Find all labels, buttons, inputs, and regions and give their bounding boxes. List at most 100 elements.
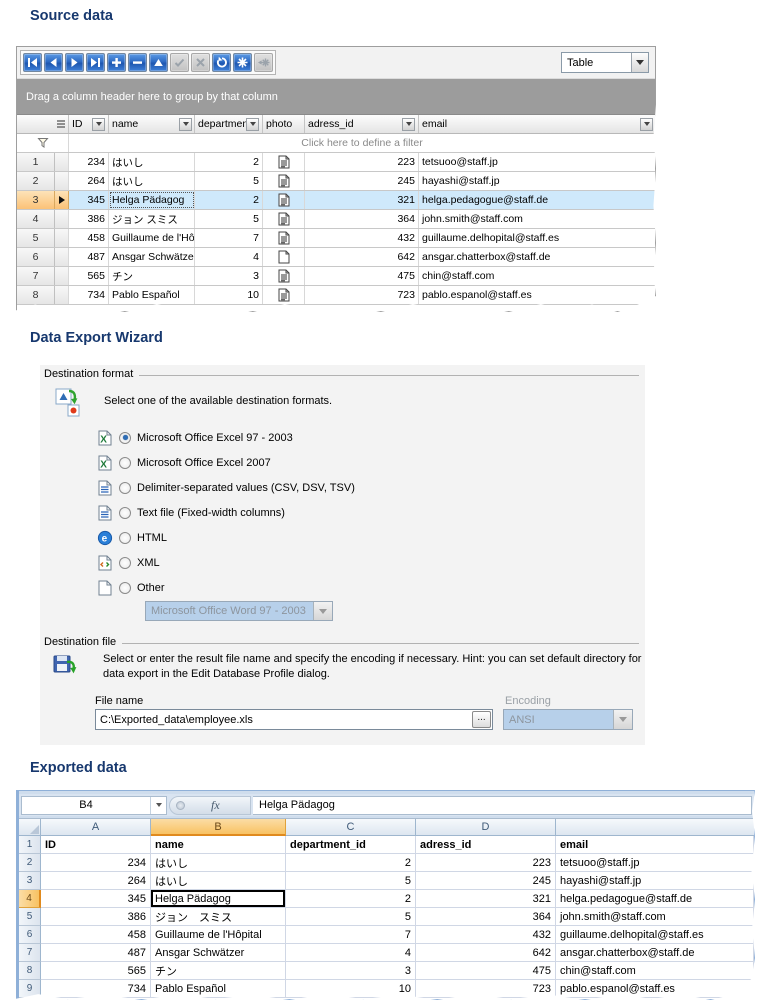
excel-cell-B7[interactable]: Ansgar Schwätzer [151, 944, 286, 962]
cell-department-id[interactable]: 10 [195, 286, 263, 304]
cell-id[interactable]: 458 [69, 229, 109, 247]
cell-department-id[interactable]: 7 [195, 229, 263, 247]
row-number[interactable]: 6 [17, 248, 55, 266]
excel-cell-E9[interactable]: pablo.espanol@staff.es [556, 980, 754, 998]
cell-email[interactable]: guillaume.delhopital@staff.es [419, 229, 655, 247]
cell-photo[interactable] [263, 153, 305, 171]
cell-id[interactable]: 487 [69, 248, 109, 266]
excel-cell-B2[interactable]: はいし [151, 854, 286, 872]
row-number[interactable]: 4 [17, 210, 55, 228]
last-record-button[interactable] [86, 53, 105, 72]
format-option-3[interactable]: Delimiter-separated values (CSV, DSV, TS… [97, 475, 355, 500]
excel-cell-D4[interactable]: 321 [416, 890, 556, 908]
excel-row-header[interactable]: 1 [19, 836, 41, 854]
cell-department-id[interactable]: 5 [195, 172, 263, 190]
cell-photo[interactable] [263, 191, 305, 209]
excel-cell-A4[interactable]: 345 [41, 890, 151, 908]
browse-button[interactable]: ... [472, 711, 491, 728]
excel-cell-C1[interactable]: department_id [286, 836, 416, 854]
formula-input[interactable]: Helga Pädagog [253, 796, 752, 815]
format-option-1[interactable]: XMicrosoft Office Excel 97 - 2003 [97, 425, 355, 450]
format-option-4[interactable]: Text file (Fixed-width columns) [97, 500, 355, 525]
cell-name[interactable]: Helga Pädagog [109, 191, 195, 209]
excel-cell-A6[interactable]: 458 [41, 926, 151, 944]
cell-name[interactable]: Ansgar Schwätzer [109, 248, 195, 266]
format-radio[interactable] [119, 582, 131, 594]
excel-cell-D2[interactable]: 223 [416, 854, 556, 872]
column-filter-button[interactable] [246, 118, 259, 131]
cell-adress-id[interactable]: 723 [305, 286, 419, 304]
excel-row-header[interactable]: 6 [19, 926, 41, 944]
cell-name[interactable]: はいし [109, 153, 195, 171]
format-radio[interactable] [119, 432, 131, 444]
cell-photo[interactable] [263, 267, 305, 285]
excel-cell-D6[interactable]: 432 [416, 926, 556, 944]
excel-cell-A9[interactable]: 734 [41, 980, 151, 998]
excel-column-header-C[interactable]: C [286, 819, 416, 836]
cell-email[interactable]: pablo.espanol@staff.es [419, 286, 655, 304]
excel-cell-B5[interactable]: ジョン スミス [151, 908, 286, 926]
column-filter-button[interactable] [92, 118, 105, 131]
cell-name[interactable]: Guillaume de l'Hôpita [109, 229, 195, 247]
excel-cell-E7[interactable]: ansgar.chatterbox@staff.de [556, 944, 754, 962]
cell-adress-id[interactable]: 364 [305, 210, 419, 228]
format-option-7[interactable]: Other [97, 575, 355, 600]
delete-record-button[interactable] [128, 53, 147, 72]
cell-department-id[interactable]: 2 [195, 191, 263, 209]
excel-cell-D9[interactable]: 723 [416, 980, 556, 998]
format-radio[interactable] [119, 507, 131, 519]
excel-cell-D1[interactable]: adress_id [416, 836, 556, 854]
excel-cell-A8[interactable]: 565 [41, 962, 151, 980]
column-filter-button[interactable] [402, 118, 415, 131]
excel-cell-E3[interactable]: hayashi@staff.jp [556, 872, 754, 890]
excel-row-header[interactable]: 5 [19, 908, 41, 926]
cell-photo[interactable] [263, 210, 305, 228]
cell-department-id[interactable]: 3 [195, 267, 263, 285]
cell-department-id[interactable]: 4 [195, 248, 263, 266]
table-view-dropdown[interactable]: Table [561, 52, 649, 73]
cell-adress-id[interactable]: 321 [305, 191, 419, 209]
excel-row-header[interactable]: 7 [19, 944, 41, 962]
file-name-input[interactable]: C:\Exported_data\employee.xls ... [95, 709, 493, 730]
table-view-dropdown-button[interactable] [631, 53, 648, 72]
row-number[interactable]: 7 [17, 267, 55, 285]
first-record-button[interactable] [23, 53, 42, 72]
excel-cell-B4[interactable]: Helga Pädagog [151, 890, 286, 908]
cell-id[interactable]: 386 [69, 210, 109, 228]
excel-cell-A5[interactable]: 386 [41, 908, 151, 926]
cell-department-id[interactable]: 2 [195, 153, 263, 171]
row-number[interactable]: 1 [17, 153, 55, 171]
filter-row[interactable]: Click here to define a filter [17, 134, 655, 153]
excel-row-header[interactable]: 8 [19, 962, 41, 980]
cell-adress-id[interactable]: 245 [305, 172, 419, 190]
cell-id[interactable]: 734 [69, 286, 109, 304]
excel-cell-C3[interactable]: 5 [286, 872, 416, 890]
cell-name[interactable]: Pablo Español [109, 286, 195, 304]
cell-id[interactable]: 264 [69, 172, 109, 190]
column-filter-button[interactable] [640, 118, 653, 131]
cell-photo[interactable] [263, 248, 305, 266]
group-by-bar[interactable]: Drag a column header here to group by th… [17, 79, 655, 115]
cell-photo[interactable] [263, 229, 305, 247]
cell-id[interactable]: 345 [69, 191, 109, 209]
column-header-id[interactable]: ID [69, 115, 109, 133]
cell-email[interactable]: chin@staff.com [419, 267, 655, 285]
cell-photo[interactable] [263, 286, 305, 304]
cell-email[interactable]: john.smith@staff.com [419, 210, 655, 228]
excel-cell-D3[interactable]: 245 [416, 872, 556, 890]
excel-cell-B6[interactable]: Guillaume de l'Hôpital [151, 926, 286, 944]
name-box[interactable]: B4 [21, 796, 167, 815]
cell-name[interactable]: はいし [109, 172, 195, 190]
cell-id[interactable]: 234 [69, 153, 109, 171]
format-radio[interactable] [119, 457, 131, 469]
excel-column-header-A[interactable]: A [41, 819, 151, 836]
excel-column-header-D[interactable]: D [416, 819, 556, 836]
excel-row-header[interactable]: 2 [19, 854, 41, 872]
row-number[interactable]: 3 [17, 191, 55, 209]
cell-department-id[interactable]: 5 [195, 210, 263, 228]
row-number[interactable]: 5 [17, 229, 55, 247]
row-number[interactable]: 8 [17, 286, 55, 304]
excel-cell-E6[interactable]: guillaume.delhopital@staff.es [556, 926, 754, 944]
name-box-dropdown-button[interactable] [150, 797, 166, 814]
grid-corner-menu[interactable] [17, 115, 69, 133]
